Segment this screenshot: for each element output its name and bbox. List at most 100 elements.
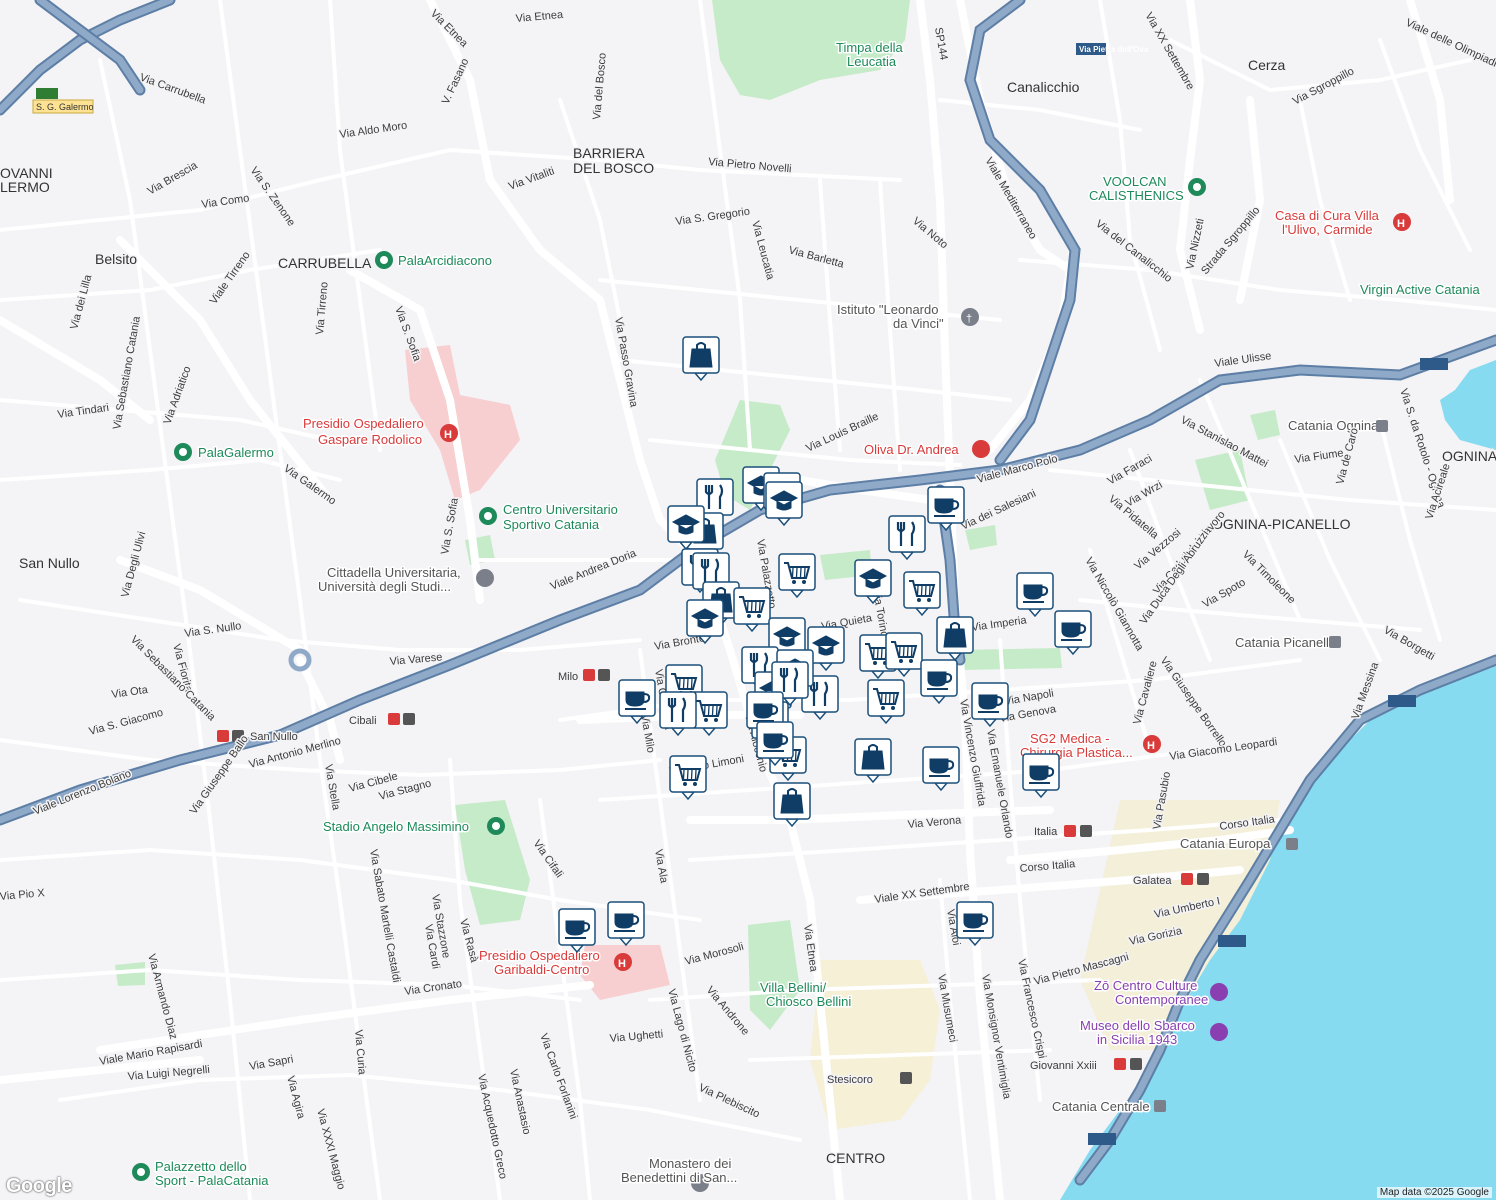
marker-cafe[interactable] <box>927 486 965 532</box>
marker-cafe[interactable] <box>618 679 656 725</box>
marker-supermarket[interactable] <box>778 553 816 599</box>
poi-catania-centrale[interactable]: Catania Centrale <box>1051 1098 1166 1116</box>
svg-text:H: H <box>1397 218 1405 230</box>
poi-virgin-active[interactable]: Virgin Active Catania <box>1359 281 1482 299</box>
marker-cafe[interactable] <box>1054 610 1092 656</box>
svg-text:l'Ulivo, Carmide: l'Ulivo, Carmide <box>1282 222 1373 237</box>
svg-text:Cittadella Universitaria,: Cittadella Universitaria, <box>327 565 461 580</box>
marker-cafe[interactable] <box>558 908 596 954</box>
area-ognina-picanello: OGNINA-PICANELLO <box>1212 516 1351 532</box>
svg-text:Zō Centro Culture: Zō Centro Culture <box>1094 978 1197 993</box>
marker-frame <box>659 691 697 729</box>
svg-text:VOOLCAN: VOOLCAN <box>1103 174 1167 189</box>
marker-school[interactable] <box>854 559 892 605</box>
svg-text:Benedettini di San...: Benedettini di San... <box>621 1170 737 1185</box>
svg-text:Catania Centrale: Catania Centrale <box>1052 1099 1150 1114</box>
area-carrubella: CARRUBELLA <box>278 255 372 271</box>
map-attribution[interactable]: Map data ©2025 Google <box>1376 1187 1492 1198</box>
marker-supermarket[interactable] <box>867 679 905 725</box>
marker-cafe[interactable] <box>971 682 1009 728</box>
poi-catania-ognina[interactable]: Catania Ognina <box>1287 417 1388 435</box>
svg-text:Oliva Dr. Andrea: Oliva Dr. Andrea <box>864 442 959 457</box>
svg-text:H: H <box>444 429 452 441</box>
marker-school[interactable] <box>686 599 724 645</box>
svg-text:PalaGalermo: PalaGalermo <box>198 445 274 460</box>
svg-text:Palazzetto dello: Palazzetto dello <box>155 1159 247 1174</box>
svg-text:Garibaldi-Centro: Garibaldi-Centro <box>494 962 589 977</box>
area-belsito: Belsito <box>95 251 137 267</box>
shield-sgalermo-text: S. G. Galermo <box>36 102 94 112</box>
shield-sp144-text: Via Pietra dell'Ova <box>1079 45 1149 54</box>
marker-cafe[interactable] <box>607 901 645 947</box>
marker-shopping-bag[interactable] <box>854 738 892 784</box>
marker-cafe[interactable] <box>756 721 794 767</box>
park-imperia <box>960 648 1062 670</box>
marker-cafe[interactable] <box>956 901 994 947</box>
svg-text:PalaArcidiacono: PalaArcidiacono <box>398 253 492 268</box>
shield-e45 <box>36 88 58 99</box>
marker-school[interactable] <box>667 505 705 551</box>
svg-text:Cibali: Cibali <box>349 715 377 727</box>
area-san-nullo: San Nullo <box>19 555 80 571</box>
svg-text:Galatea: Galatea <box>1133 875 1172 887</box>
shield-ss114-c <box>1218 935 1246 947</box>
area-canalicchio: Canalicchio <box>1007 79 1080 95</box>
marker-supermarket[interactable] <box>885 632 923 678</box>
svg-text:H: H <box>618 958 626 970</box>
marker-shopping-bag[interactable] <box>682 336 720 382</box>
area-timpa: Timpa della <box>836 40 903 55</box>
svg-text:Casa di Cura Villa: Casa di Cura Villa <box>1275 208 1380 223</box>
area-leucatia: Leucatia <box>847 54 897 69</box>
svg-text:da Vinci": da Vinci" <box>893 316 944 331</box>
svg-text:SG2 Medica -: SG2 Medica - <box>1030 731 1109 746</box>
shield-ss114-d <box>1088 1133 1116 1145</box>
marker-school[interactable] <box>765 481 803 527</box>
svg-text:Italia: Italia <box>1034 826 1058 838</box>
map-canvas[interactable]: Via Pietra dell'Ova S. G. Galermo Canali… <box>0 0 1496 1200</box>
svg-text:Stesicoro: Stesicoro <box>827 1074 873 1086</box>
svg-text:Catania Picanello: Catania Picanello <box>1235 635 1336 650</box>
shield-ss114-b <box>1388 695 1416 707</box>
google-logo[interactable]: Google <box>6 1175 72 1198</box>
marker-shopping-bag[interactable] <box>773 782 811 828</box>
marker-supermarket[interactable] <box>903 571 941 617</box>
svg-text:Museo dello Sbarco: Museo dello Sbarco <box>1080 1018 1195 1033</box>
marker-cafe[interactable] <box>922 746 960 792</box>
svg-text:Sportivo Catania: Sportivo Catania <box>503 517 600 532</box>
poi-palagalermo[interactable]: PalaGalermo <box>174 443 275 462</box>
svg-text:Catania Ognina: Catania Ognina <box>1288 418 1379 433</box>
marker-restaurant[interactable] <box>659 691 697 737</box>
svg-text:Istituto "Leonardo: Istituto "Leonardo <box>837 302 938 317</box>
shield-ss114-a <box>1420 358 1448 370</box>
area-centro: CENTRO <box>826 1150 885 1166</box>
svg-text:Giovanni Xxiii: Giovanni Xxiii <box>1030 1060 1097 1072</box>
svg-text:H: H <box>1147 740 1155 752</box>
svg-text:Monastero dei: Monastero dei <box>649 1156 731 1171</box>
svg-text:Università degli Studi...: Università degli Studi... <box>318 579 451 594</box>
marker-restaurant[interactable] <box>888 515 926 561</box>
svg-text:Virgin Active Catania: Virgin Active Catania <box>1360 282 1480 297</box>
svg-text:Villa Bellini/: Villa Bellini/ <box>760 980 827 995</box>
svg-text:Sport - PalaCatania: Sport - PalaCatania <box>155 1173 269 1188</box>
svg-text:Centro Universitario: Centro Universitario <box>503 502 618 517</box>
svg-text:Milo: Milo <box>558 671 578 683</box>
marker-cafe[interactable] <box>1022 753 1060 799</box>
marker-supermarket[interactable] <box>733 587 771 633</box>
university-icon <box>476 569 494 587</box>
marker-frame <box>888 515 926 553</box>
svg-text:in Sicilia 1943: in Sicilia 1943 <box>1097 1032 1177 1047</box>
marker-shopping-bag[interactable] <box>936 616 974 662</box>
svg-text:Presidio Ospedaliero: Presidio Ospedaliero <box>479 948 600 963</box>
svg-text:Stadio Angelo Massimino: Stadio Angelo Massimino <box>323 819 469 834</box>
svg-text:Gaspare Rodolico: Gaspare Rodolico <box>318 432 422 447</box>
svg-text:Chiosco Bellini: Chiosco Bellini <box>766 994 851 1009</box>
svg-text:Catania Europa: Catania Europa <box>1180 836 1271 851</box>
marker-cafe[interactable] <box>1016 572 1054 618</box>
marker-supermarket[interactable] <box>669 755 707 801</box>
marker-cafe[interactable] <box>920 659 958 705</box>
area-ognina: OGNINA <box>1442 448 1496 464</box>
svg-text:San Nullo: San Nullo <box>250 731 298 743</box>
area-del-bosco: DEL BOSCO <box>573 160 654 176</box>
svg-text:Presidio Ospedaliero: Presidio Ospedaliero <box>303 416 424 431</box>
poi-catania-picanello[interactable]: Catania Picanello <box>1234 634 1341 652</box>
